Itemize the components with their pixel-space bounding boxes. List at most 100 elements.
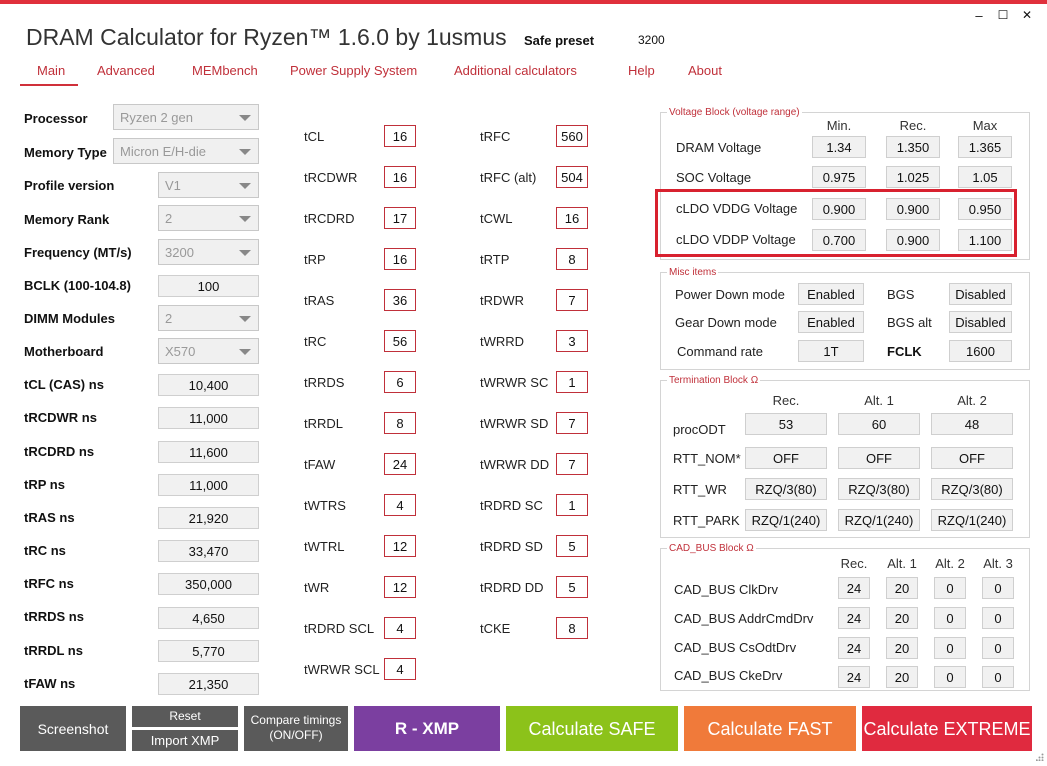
timing-value[interactable]: 8 [556,248,588,270]
soc-voltage-rec[interactable]: 1.025 [886,166,940,188]
rtt-wr-rec[interactable]: RZQ/3(80) [745,478,827,500]
cadbus-clkdrv-alt2[interactable]: 0 [934,577,966,599]
resize-grip-icon[interactable] [1035,748,1044,762]
rtt-park-rec[interactable]: RZQ/1(240) [745,509,827,531]
cadbus-addrcmddrv-alt2[interactable]: 0 [934,607,966,629]
rtt-nom-alt1[interactable]: OFF [838,447,920,469]
cadbus-addrcmddrv-alt1[interactable]: 20 [886,607,918,629]
timing-value[interactable]: 7 [556,412,588,434]
proc-odt-alt2[interactable]: 48 [931,413,1013,435]
fclk-value[interactable]: 1600 [949,340,1012,362]
cadbus-csodtdrv-alt2[interactable]: 0 [934,637,966,659]
maximize-icon[interactable]: ☐ [996,8,1010,22]
tab-main[interactable]: Main [37,63,65,78]
timing-value[interactable]: 1 [556,371,588,393]
dram-voltage-min[interactable]: 1.34 [812,136,866,158]
memory-type-select[interactable]: Micron E/H-die [113,138,259,164]
timing-value[interactable]: 36 [384,289,416,311]
timing-value[interactable]: 504 [556,166,588,188]
bgs-value[interactable]: Disabled [949,283,1012,305]
ns-value[interactable]: 11,000 [158,474,259,496]
processor-select[interactable]: Ryzen 2 gen [113,104,259,130]
timing-value[interactable]: 16 [556,207,588,229]
cadbus-ckedrv-rec[interactable]: 24 [838,666,870,688]
r-xmp-button[interactable]: R - XMP [354,706,500,751]
memory-rank-select[interactable]: 2 [158,205,259,231]
tab-advanced[interactable]: Advanced [97,63,155,78]
ns-value[interactable]: 5,770 [158,640,259,662]
timing-value[interactable]: 8 [556,617,588,639]
cadbus-csodtdrv-rec[interactable]: 24 [838,637,870,659]
gear-down-value[interactable]: Enabled [798,311,864,333]
soc-voltage-min[interactable]: 0.975 [812,166,866,188]
timing-value[interactable]: 4 [384,658,416,680]
calculate-safe-button[interactable]: Calculate SAFE [506,706,678,751]
timing-value[interactable]: 7 [556,453,588,475]
command-rate-value[interactable]: 1T [798,340,864,362]
rtt-nom-alt2[interactable]: OFF [931,447,1013,469]
reset-button[interactable]: Reset [132,706,238,727]
bclk-input[interactable]: 100 [158,275,259,297]
ns-value[interactable]: 10,400 [158,374,259,396]
timing-value[interactable]: 12 [384,535,416,557]
rtt-park-alt1[interactable]: RZQ/1(240) [838,509,920,531]
ns-value[interactable]: 4,650 [158,607,259,629]
ns-value[interactable]: 21,350 [158,673,259,695]
timing-value[interactable]: 5 [556,576,588,598]
tab-additional-calculators[interactable]: Additional calculators [454,63,577,78]
tab-about[interactable]: About [688,63,722,78]
timing-value[interactable]: 16 [384,248,416,270]
timing-value[interactable]: 5 [556,535,588,557]
ns-value[interactable]: 33,470 [158,540,259,562]
timing-value[interactable]: 3 [556,330,588,352]
rtt-nom-rec[interactable]: OFF [745,447,827,469]
profile-version-select[interactable]: V1 [158,172,259,198]
proc-odt-alt1[interactable]: 60 [838,413,920,435]
timing-value[interactable]: 6 [384,371,416,393]
ns-value[interactable]: 11,600 [158,441,259,463]
ns-value[interactable]: 11,000 [158,407,259,429]
cadbus-csodtdrv-alt1[interactable]: 20 [886,637,918,659]
proc-odt-rec[interactable]: 53 [745,413,827,435]
cadbus-clkdrv-rec[interactable]: 24 [838,577,870,599]
minimize-icon[interactable]: – [972,8,986,23]
timing-value[interactable]: 17 [384,207,416,229]
timing-value[interactable]: 7 [556,289,588,311]
calculate-extreme-button[interactable]: Calculate EXTREME [862,706,1032,751]
calculate-fast-button[interactable]: Calculate FAST [684,706,856,751]
timing-value[interactable]: 560 [556,125,588,147]
timing-value[interactable]: 1 [556,494,588,516]
cadbus-ckedrv-alt2[interactable]: 0 [934,666,966,688]
cadbus-addrcmddrv-rec[interactable]: 24 [838,607,870,629]
timing-value[interactable]: 16 [384,125,416,147]
ns-value[interactable]: 350,000 [158,573,259,595]
timing-value[interactable]: 4 [384,617,416,639]
cadbus-csodtdrv-alt3[interactable]: 0 [982,637,1014,659]
timing-value[interactable]: 24 [384,453,416,475]
cadbus-ckedrv-alt3[interactable]: 0 [982,666,1014,688]
tab-membench[interactable]: MEMbench [192,63,258,78]
bgs-alt-value[interactable]: Disabled [949,311,1012,333]
cadbus-clkdrv-alt1[interactable]: 20 [886,577,918,599]
cadbus-addrcmddrv-alt3[interactable]: 0 [982,607,1014,629]
timing-value[interactable]: 12 [384,576,416,598]
timing-value[interactable]: 16 [384,166,416,188]
compare-timings-button[interactable]: Compare timings (ON/OFF) [244,706,348,751]
dimm-modules-select[interactable]: 2 [158,305,259,331]
dram-voltage-rec[interactable]: 1.350 [886,136,940,158]
tab-help[interactable]: Help [628,63,655,78]
cadbus-ckedrv-alt1[interactable]: 20 [886,666,918,688]
rtt-park-alt2[interactable]: RZQ/1(240) [931,509,1013,531]
dram-voltage-max[interactable]: 1.365 [958,136,1012,158]
tab-power-supply-system[interactable]: Power Supply System [290,63,417,78]
cadbus-clkdrv-alt3[interactable]: 0 [982,577,1014,599]
import-xmp-button[interactable]: Import XMP [132,730,238,751]
close-icon[interactable]: ✕ [1020,8,1034,22]
rtt-wr-alt1[interactable]: RZQ/3(80) [838,478,920,500]
ns-value[interactable]: 21,920 [158,507,259,529]
motherboard-select[interactable]: X570 [158,338,259,364]
frequency-select[interactable]: 3200 [158,239,259,265]
timing-value[interactable]: 56 [384,330,416,352]
screenshot-button[interactable]: Screenshot [20,706,126,751]
timing-value[interactable]: 4 [384,494,416,516]
